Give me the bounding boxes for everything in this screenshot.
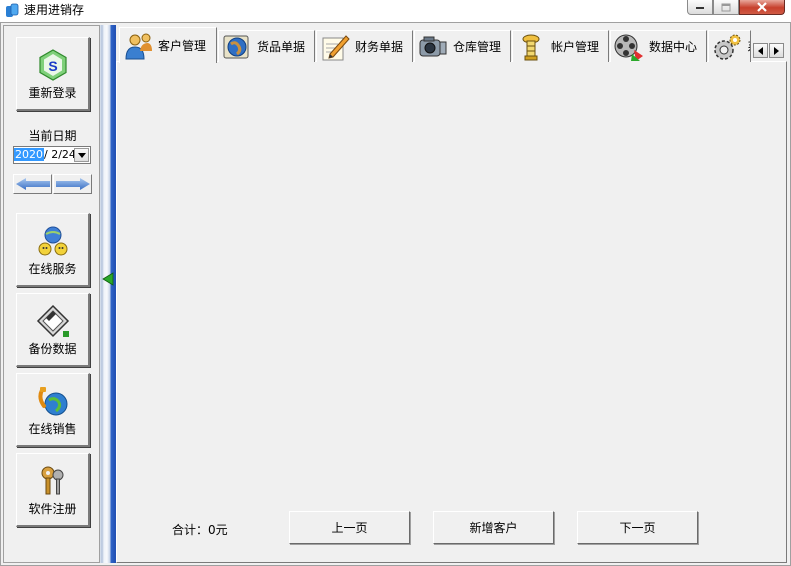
close-icon	[757, 2, 767, 12]
app-logo-icon	[6, 3, 19, 17]
tab-system-label: 系	[747, 38, 750, 55]
tab-goods-docs-label: 货品单据	[257, 40, 306, 54]
settings-gears-icon	[714, 34, 741, 60]
chevron-left-icon	[758, 46, 763, 55]
title-bar: 速用进销存	[0, 0, 791, 22]
date-dropdown-button[interactable]	[74, 148, 89, 162]
tab-accounts[interactable]: 帐户管理	[512, 30, 609, 62]
film-reel-icon	[614, 34, 643, 61]
pencil-icon	[322, 34, 350, 60]
arrow-right-icon	[55, 178, 90, 190]
date-picker[interactable]: 2020/ 2/24	[13, 146, 91, 164]
tab-finance-docs[interactable]: 财务单据	[316, 30, 413, 62]
prev-page-button[interactable]: 上一页	[289, 511, 410, 544]
tab-customers[interactable]: 客户管理	[119, 27, 217, 63]
chevron-right-icon	[774, 46, 779, 55]
collapse-arrow-icon[interactable]	[102, 272, 114, 286]
relogin-label: 重新登录	[28, 86, 77, 100]
next-date-button[interactable]	[53, 174, 92, 194]
window-title: 速用进销存	[24, 3, 85, 17]
register-keys-icon	[41, 466, 63, 495]
chevron-down-icon	[77, 152, 86, 158]
date-month-day: / 2/24	[44, 148, 76, 161]
tab-scroll-left-button[interactable]	[753, 43, 768, 58]
tab-strip: 客户管理 货品单据 财务单据 仓库管理 帐户管理 数据中心	[119, 27, 779, 63]
maximize-icon	[721, 3, 731, 11]
customers-icon	[125, 33, 152, 59]
tab-data-center[interactable]: 数据中心	[610, 30, 707, 62]
tab-system[interactable]: 系	[708, 30, 751, 62]
relogin-button[interactable]: S 重新登录	[16, 37, 90, 111]
online-service-icon	[38, 226, 67, 256]
maximize-button[interactable]	[713, 0, 739, 15]
software-register-label: 软件注册	[28, 502, 77, 516]
next-page-button[interactable]: 下一页	[577, 511, 698, 544]
tab-warehouse-label: 仓库管理	[453, 40, 502, 54]
arrow-left-icon	[15, 178, 50, 190]
add-customer-button[interactable]: 新增客户	[433, 511, 554, 544]
close-button[interactable]	[739, 0, 785, 15]
tab-warehouse[interactable]: 仓库管理	[414, 30, 511, 62]
current-date-label: 当前日期	[28, 129, 77, 143]
backup-disk-icon	[36, 304, 69, 338]
online-sales-icon	[37, 387, 67, 416]
sidebar: S 重新登录 当前日期 2020/ 2/24 在线服务 备份数据 在线销售 软件…	[3, 25, 100, 563]
total-amount: 合计：0元	[172, 523, 228, 537]
date-year[interactable]: 2020	[14, 148, 44, 161]
online-sales-label: 在线销售	[28, 422, 77, 436]
tab-scroll-right-button[interactable]	[769, 43, 784, 58]
online-service-label: 在线服务	[28, 262, 77, 276]
online-sales-button[interactable]: 在线销售	[16, 373, 90, 447]
software-register-button[interactable]: 软件注册	[16, 453, 90, 527]
tab-goods-docs[interactable]: 货品单据	[218, 30, 315, 62]
main-content-panel	[116, 61, 787, 563]
prev-date-button[interactable]	[13, 174, 52, 194]
backup-data-label: 备份数据	[28, 342, 77, 356]
account-tower-icon	[522, 34, 540, 60]
warehouse-camera-icon	[419, 36, 447, 56]
panel-splitter[interactable]	[100, 25, 116, 563]
minimize-icon	[696, 7, 704, 9]
svg-text:S: S	[48, 58, 57, 74]
tab-accounts-label: 帐户管理	[551, 40, 600, 54]
tab-customers-label: 客户管理	[158, 39, 207, 53]
backup-data-button[interactable]: 备份数据	[16, 293, 90, 367]
relogin-hexagon-icon: S	[38, 49, 67, 81]
goods-globe-icon	[223, 35, 249, 58]
minimize-button[interactable]	[687, 0, 713, 15]
tab-data-center-label: 数据中心	[649, 40, 698, 54]
online-service-button[interactable]: 在线服务	[16, 213, 90, 287]
tab-finance-docs-label: 财务单据	[355, 40, 404, 54]
